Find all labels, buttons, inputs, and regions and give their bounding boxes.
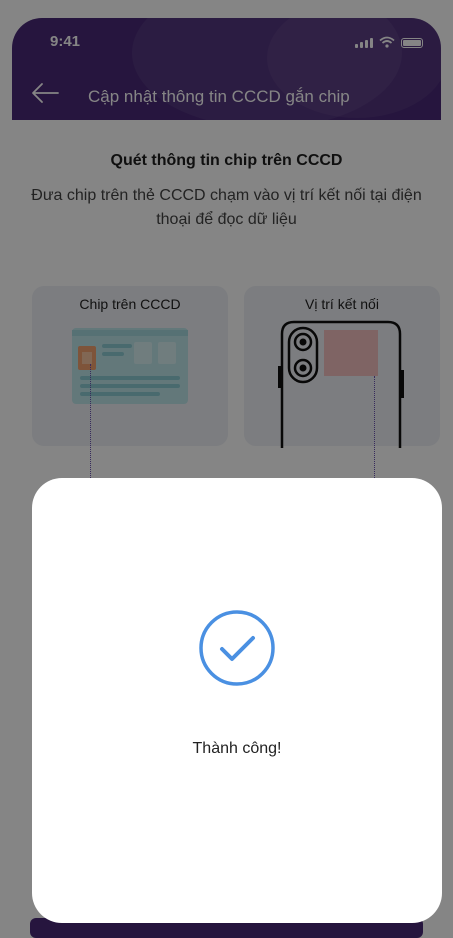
check-circle-icon [199, 610, 275, 686]
success-message: Thành công! [192, 740, 282, 757]
success-modal: Thành công! [32, 478, 442, 923]
